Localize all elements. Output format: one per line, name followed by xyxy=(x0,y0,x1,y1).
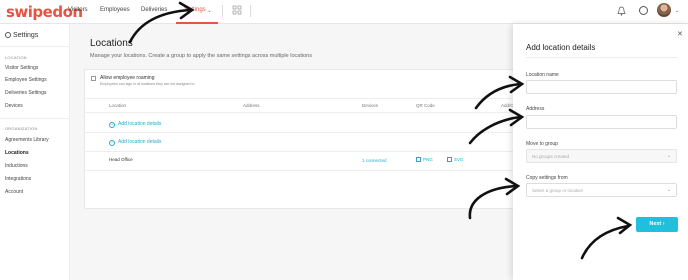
move-to-group-select[interactable]: No groups created ⌄ xyxy=(526,149,677,163)
help-icon[interactable] xyxy=(639,6,648,15)
close-icon[interactable]: ✕ xyxy=(677,30,683,38)
table-row-divider xyxy=(85,170,525,171)
address-label: Address xyxy=(526,106,545,112)
nav-divider xyxy=(222,5,223,17)
settings-sidebar: Settings LOCATION Visitor Settings Emplo… xyxy=(0,24,70,280)
chevron-down-icon[interactable]: ⌄ xyxy=(675,8,679,14)
qr-code-icon xyxy=(416,157,421,162)
plus-circle-icon: + xyxy=(109,122,115,128)
add-location-details-link[interactable]: + Add location details xyxy=(109,139,161,146)
sidebar-item-deliveries-settings[interactable]: Deliveries Settings xyxy=(5,90,46,96)
head-office-name: Head Office xyxy=(109,157,133,162)
divider xyxy=(0,46,70,47)
column-header-devices: Devices xyxy=(362,103,379,108)
table-row-divider xyxy=(85,132,525,133)
grid-icon[interactable] xyxy=(232,5,242,15)
nav-settings[interactable]: Settings xyxy=(184,7,206,13)
sidebar-section-organization: ORGANIZATION xyxy=(5,126,38,131)
bell-icon[interactable] xyxy=(617,6,626,16)
divider xyxy=(526,57,678,58)
sidebar-item-inductions[interactable]: Inductions xyxy=(5,163,28,169)
qr-code-icon xyxy=(447,157,452,162)
sidebar-item-account[interactable]: Account xyxy=(5,189,23,195)
gear-icon xyxy=(5,32,11,38)
add-location-panel: ✕ Add location details Location name Add… xyxy=(513,24,688,280)
sidebar-item-employee-settings[interactable]: Employee Settings xyxy=(5,77,47,83)
chevron-down-icon: ⌄ xyxy=(207,8,213,14)
roaming-checkbox[interactable] xyxy=(91,76,96,81)
locations-card: Allow employee roaming Employees can sig… xyxy=(84,69,525,209)
sidebar-item-visitor-settings[interactable]: Visitor Settings xyxy=(5,65,38,71)
qr-svg-link[interactable]: SVG xyxy=(447,157,464,162)
sidebar-title-text: Settings xyxy=(13,32,39,39)
add-location-details-link[interactable]: + Add location details xyxy=(109,121,161,128)
page-title: Locations xyxy=(90,38,133,49)
page-subtitle: Manage your locations. Create a group to… xyxy=(90,53,312,59)
location-name-label: Location name xyxy=(526,72,559,78)
select-placeholder: No groups created xyxy=(532,154,570,159)
qr-svg-label: SVG xyxy=(454,157,464,162)
panel-title: Add location details xyxy=(526,43,596,52)
chevron-down-icon: ⌄ xyxy=(666,187,671,193)
qr-png-link[interactable]: PNG xyxy=(416,157,433,162)
move-to-group-label: Move to group xyxy=(526,141,558,147)
copy-settings-label: Copy settings from xyxy=(526,175,568,181)
sidebar-section-location: LOCATION xyxy=(5,55,27,60)
roaming-label: Allow employee roaming xyxy=(100,75,155,81)
select-placeholder: Select a group or location xyxy=(532,188,584,193)
nav-employees[interactable]: Employees xyxy=(100,7,130,13)
chevron-down-icon: ⌄ xyxy=(666,153,671,159)
column-header-address: Address xyxy=(243,103,260,108)
qr-png-label: PNG xyxy=(423,157,433,162)
table-row-divider xyxy=(85,112,525,113)
copy-settings-select[interactable]: Select a group or location ⌄ xyxy=(526,183,677,197)
sidebar-item-devices[interactable]: Devices xyxy=(5,103,23,109)
divider xyxy=(0,118,70,119)
column-header-qr-code: QR Code xyxy=(416,103,435,108)
nav-deliveries[interactable]: Deliveries xyxy=(141,7,167,13)
table-border xyxy=(85,98,525,99)
top-nav: swipedon Visitors Employees Deliveries S… xyxy=(0,0,688,24)
nav-visitors[interactable]: Visitors xyxy=(68,7,88,13)
column-header-location: Location xyxy=(109,103,127,108)
address-input[interactable] xyxy=(526,115,677,129)
next-label: Next xyxy=(649,221,662,227)
location-name-input[interactable] xyxy=(526,80,677,94)
nav-divider xyxy=(250,5,251,17)
next-button[interactable]: Next › xyxy=(636,217,678,232)
sidebar-item-agreements-library[interactable]: Agreements Library xyxy=(5,137,49,143)
add-location-label: Add location details xyxy=(118,121,162,127)
table-row-divider xyxy=(85,151,525,152)
roaming-help-text: Employees can sign in at locations they … xyxy=(100,82,195,86)
sidebar-item-locations[interactable]: Locations xyxy=(5,150,29,156)
devices-connected-link[interactable]: 1 connected xyxy=(362,158,387,163)
sidebar-title: Settings xyxy=(5,32,38,39)
plus-circle-icon: + xyxy=(109,140,115,146)
add-location-label: Add location details xyxy=(118,139,162,145)
sidebar-item-integrations[interactable]: Integrations xyxy=(5,176,31,182)
avatar[interactable] xyxy=(657,3,671,17)
